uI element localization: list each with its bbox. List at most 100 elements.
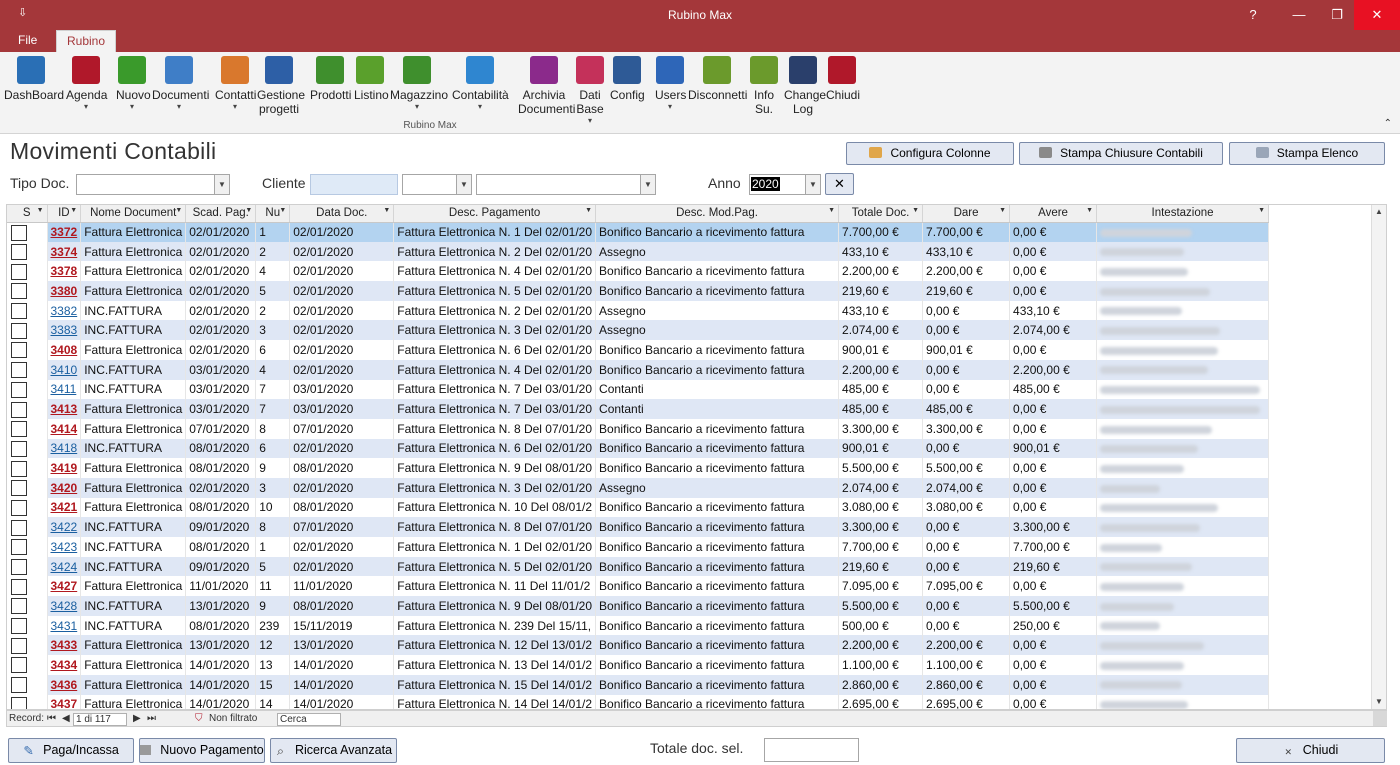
document-id-link[interactable]: 3378 <box>51 264 78 278</box>
sort-arrow-icon[interactable]: ▼ <box>279 207 286 214</box>
column-header[interactable]: Dare ▼ <box>922 205 1011 223</box>
row-checkbox[interactable] <box>11 559 27 576</box>
last-record-icon[interactable]: ⏭ <box>147 713 156 724</box>
row-select-cell[interactable] <box>7 320 48 341</box>
table-row[interactable]: 3380 Fattura Elettronica 02/01/2020 5 02/01/… <box>7 281 1270 301</box>
document-id-link[interactable]: 3424 <box>51 560 78 574</box>
sort-arrow-icon[interactable]: ▼ <box>1258 207 1265 214</box>
first-record-icon[interactable]: ⏮ <box>47 713 56 724</box>
table-row[interactable]: 3418 INC.FATTURA 08/01/2020 6 02/01/2020 Fatt… <box>7 438 1270 459</box>
ribbon-button-8[interactable]: Magazzino ▾ <box>390 56 448 112</box>
stampa-chiusure-button[interactable]: Stampa Chiusure Contabili <box>1019 142 1223 165</box>
table-row[interactable]: 3428 INC.FATTURA 13/01/2020 9 08/01/2020 Fatt… <box>7 596 1270 616</box>
stampa-elenco-button[interactable]: Stampa Elenco <box>1229 142 1385 165</box>
row-select-cell[interactable] <box>7 399 48 419</box>
row-checkbox[interactable] <box>11 677 27 694</box>
document-id-link[interactable]: 3433 <box>51 638 78 652</box>
row-select-cell[interactable] <box>7 359 48 380</box>
ricerca-avanzata-button[interactable]: ⌕ Ricerca Avanzata <box>270 738 397 763</box>
chevron-down-icon[interactable]: ▾ <box>152 102 206 112</box>
document-id-link[interactable]: 3420 <box>51 481 78 495</box>
row-checkbox[interactable] <box>11 440 27 457</box>
anno-select[interactable]: 2020 ▼ <box>749 174 821 195</box>
ribbon-button-9[interactable]: Contabilità ▾ <box>452 56 509 112</box>
document-id-link[interactable]: 3418 <box>51 441 78 455</box>
nuovo-pagamento-button[interactable]: Nuovo Pagamento <box>139 738 265 763</box>
document-id-link[interactable]: 3372 <box>51 225 78 239</box>
chevron-down-icon[interactable]: ▾ <box>116 102 148 112</box>
row-select-cell[interactable] <box>7 418 48 439</box>
row-select-cell[interactable] <box>7 655 48 675</box>
chevron-down-icon[interactable]: ▼ <box>640 175 655 194</box>
table-row[interactable]: 3374 Fattura Elettronica 02/01/2020 2 02/01/… <box>7 241 1270 262</box>
row-select-cell[interactable] <box>7 556 48 577</box>
ribbon-button-2[interactable]: Nuovo ▾ <box>116 56 151 112</box>
document-id-link[interactable]: 3374 <box>51 245 78 259</box>
ribbon-button-4[interactable]: Contatti ▾ <box>215 56 256 112</box>
configura-colonne-button[interactable]: Configura Colonne <box>846 142 1014 165</box>
table-row[interactable]: 3420 Fattura Elettronica 02/01/2020 3 02/01/… <box>7 477 1270 498</box>
table-row[interactable]: 3433 Fattura Elettronica 13/01/2020 12 13/01… <box>7 635 1270 656</box>
column-header[interactable]: Avere ▼ <box>1009 205 1098 223</box>
ribbon-button-12[interactable]: Config <box>610 56 645 102</box>
row-checkbox[interactable] <box>11 303 27 320</box>
row-select-cell[interactable] <box>7 438 48 459</box>
row-select-cell[interactable] <box>7 222 48 242</box>
table-row[interactable]: 3408 Fattura Elettronica 02/01/2020 6 02/01/… <box>7 340 1270 360</box>
table-row[interactable]: 3413 Fattura Elettronica 03/01/2020 7 03/01/… <box>7 399 1270 419</box>
row-checkbox[interactable] <box>11 598 27 615</box>
sort-arrow-icon[interactable]: ▼ <box>70 207 77 214</box>
table-row[interactable]: 3382 INC.FATTURA 02/01/2020 2 02/01/2020 Fatt… <box>7 300 1270 321</box>
column-header[interactable]: Nu ▼ <box>255 205 291 223</box>
ribbon-button-3[interactable]: Documenti ▾ <box>152 56 209 112</box>
tab-file[interactable]: File <box>8 30 47 52</box>
cliente-type-select[interactable]: ▼ <box>402 174 472 195</box>
row-checkbox[interactable] <box>11 283 27 300</box>
row-checkbox[interactable] <box>11 322 27 339</box>
document-id-link[interactable]: 3383 <box>51 323 78 337</box>
ribbon-button-6[interactable]: Prodotti <box>310 56 351 102</box>
column-header[interactable]: ID ▼ <box>47 205 82 223</box>
ribbon-button-5[interactable]: Gestione progetti <box>257 56 305 116</box>
row-checkbox[interactable] <box>11 539 27 556</box>
close-window-button[interactable]: ✕ <box>1354 0 1400 30</box>
tipo-doc-select[interactable]: ▼ <box>76 174 230 195</box>
document-id-link[interactable]: 3434 <box>51 658 78 672</box>
column-header[interactable]: S ▼ <box>7 205 48 223</box>
row-checkbox[interactable] <box>11 460 27 477</box>
table-row[interactable]: 3423 INC.FATTURA 08/01/2020 1 02/01/2020 Fatt… <box>7 537 1270 557</box>
sort-arrow-icon[interactable]: ▼ <box>245 207 252 214</box>
row-checkbox[interactable] <box>11 342 27 359</box>
row-checkbox[interactable] <box>11 421 27 438</box>
sort-arrow-icon[interactable]: ▼ <box>383 207 390 214</box>
column-header[interactable]: Data Doc. ▼ <box>289 205 395 223</box>
row-checkbox[interactable] <box>11 401 27 418</box>
table-row[interactable]: 3383 INC.FATTURA 02/01/2020 3 02/01/2020 Fatt… <box>7 320 1270 341</box>
row-checkbox[interactable] <box>11 224 27 241</box>
row-select-cell[interactable] <box>7 477 48 498</box>
chevron-down-icon[interactable]: ▾ <box>66 102 106 112</box>
sort-arrow-icon[interactable]: ▼ <box>1086 207 1093 214</box>
row-checkbox[interactable] <box>11 618 27 635</box>
column-header[interactable]: Desc. Pagamento ▼ <box>393 205 597 223</box>
document-id-link[interactable]: 3410 <box>51 363 78 377</box>
table-row[interactable]: 3424 INC.FATTURA 09/01/2020 5 02/01/2020 Fatt… <box>7 556 1270 577</box>
chevron-down-icon[interactable]: ▾ <box>575 116 605 126</box>
row-select-cell[interactable] <box>7 537 48 557</box>
document-id-link[interactable]: 3411 <box>51 382 77 396</box>
row-select-cell[interactable] <box>7 635 48 656</box>
document-id-link[interactable]: 3422 <box>51 520 78 534</box>
row-select-cell[interactable] <box>7 497 48 518</box>
ribbon-button-0[interactable]: DashBoard <box>4 56 64 102</box>
column-header[interactable]: Scad. Pag. ▼ <box>185 205 257 223</box>
ribbon-button-15[interactable]: Info Su. <box>750 56 778 116</box>
sort-arrow-icon[interactable]: ▼ <box>828 207 835 214</box>
row-select-cell[interactable] <box>7 694 48 709</box>
table-row[interactable]: 3431 INC.FATTURA 08/01/2020 239 15/11/2019 Fa… <box>7 615 1270 636</box>
table-row[interactable]: 3378 Fattura Elettronica 02/01/2020 4 02/01/… <box>7 261 1270 282</box>
row-select-cell[interactable] <box>7 281 48 301</box>
table-row[interactable]: 3422 INC.FATTURA 09/01/2020 8 07/01/2020 Fatt… <box>7 517 1270 537</box>
collapse-ribbon-icon[interactable]: ⌃ <box>1384 118 1392 129</box>
chevron-down-icon[interactable]: ▼ <box>456 175 471 194</box>
sort-arrow-icon[interactable]: ▼ <box>999 207 1006 214</box>
